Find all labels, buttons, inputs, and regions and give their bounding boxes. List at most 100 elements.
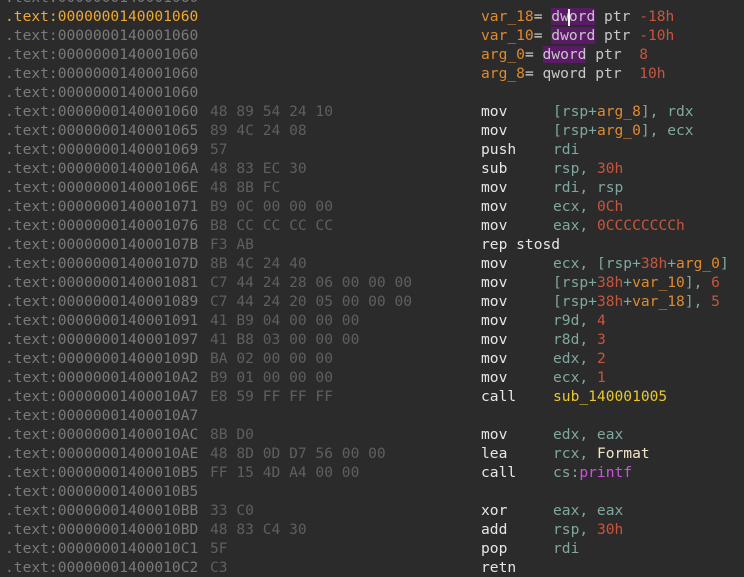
address[interactable]: .text:0000000140001097 <box>5 330 198 349</box>
data-type[interactable]: qword <box>543 65 587 82</box>
operand-token[interactable]: rdi <box>553 540 579 557</box>
code-line[interactable]: .text:00000001400010C1 5F pop rdi <box>0 539 744 558</box>
stack-variable-declaration[interactable]: var_18= dword ptr -18h <box>481 7 674 26</box>
operands[interactable]: rdi <box>553 140 579 159</box>
mnemonic[interactable]: pop <box>481 539 507 558</box>
mnemonic[interactable]: mov <box>481 197 507 216</box>
code-line[interactable]: .text:0000000140001071 B9 0C 00 00 00 mov e… <box>0 197 744 216</box>
code-line[interactable]: .text:0000000140001060 arg_0= dword ptr 8 <box>0 45 744 64</box>
variable-name[interactable]: arg_0 <box>481 46 525 63</box>
operand-token[interactable]: edx, <box>553 350 597 367</box>
operands[interactable]: [rsp+38h+var_18], 5 <box>553 292 720 311</box>
operands[interactable]: ecx, 1 <box>553 368 606 387</box>
address[interactable]: .text:00000001400010A7 <box>5 406 198 425</box>
code-line[interactable]: .text:0000000140001091 41 B9 04 00 00 00 m… <box>0 311 744 330</box>
address[interactable]: .text:000000014000107B <box>5 235 198 254</box>
operands[interactable]: [rsp+arg_0], ecx <box>553 121 694 140</box>
operand-token[interactable]: ecx, [rsp+ <box>553 255 641 272</box>
operands[interactable]: rdi, rsp <box>553 178 623 197</box>
mnemonic[interactable]: mov <box>481 121 507 140</box>
code-line[interactable]: .text:00000001400010C2 C3 retn <box>0 558 744 577</box>
address[interactable]: .text:000000014000106A <box>5 159 198 178</box>
operand-token[interactable]: eax, eax <box>553 502 623 519</box>
address[interactable]: .text:0000000140001065 <box>5 121 198 140</box>
code-line[interactable]: .text:00000001400010A2 B9 01 00 00 00 mov e… <box>0 368 744 387</box>
operand-token[interactable]: rdi <box>553 141 579 158</box>
stack-variable-declaration[interactable]: arg_0= dword ptr 8 <box>481 45 648 64</box>
operand-token[interactable]: r8d, <box>553 331 597 348</box>
address[interactable]: .text:0000000140001060 <box>5 0 198 7</box>
operand-token[interactable]: ecx, <box>553 369 597 386</box>
address[interactable]: .text:00000001400010C1 <box>5 539 198 558</box>
address[interactable]: .text:00000001400010AC <box>5 425 198 444</box>
variable-name[interactable]: var_18 <box>481 8 534 25</box>
operand-token[interactable]: var_18 <box>632 293 685 310</box>
mnemonic[interactable]: add <box>481 520 507 539</box>
address[interactable]: .text:0000000140001069 <box>5 140 198 159</box>
mnemonic[interactable]: mov <box>481 311 507 330</box>
code-line[interactable]: .text:000000014000109D BA 02 00 00 00 mov e… <box>0 349 744 368</box>
operands[interactable]: [rsp+arg_8], rdx <box>553 102 694 121</box>
operand-token[interactable]: rsp, <box>553 160 597 177</box>
operands[interactable]: cs:printf <box>553 463 632 482</box>
mnemonic[interactable]: xor <box>481 501 507 520</box>
operands[interactable]: eax, 0CCCCCCCCh <box>553 216 685 235</box>
mnemonic[interactable]: lea <box>481 444 507 463</box>
code-line[interactable]: .text:00000001400010BB 33 C0 xor eax, eax <box>0 501 744 520</box>
operand-token[interactable]: 1 <box>597 369 606 386</box>
code-line[interactable]: .text:00000001400010B5 <box>0 482 744 501</box>
operands[interactable]: rdi <box>553 539 579 558</box>
operand-token[interactable]: + <box>623 293 632 310</box>
operand-token[interactable]: sub_140001005 <box>553 388 667 405</box>
address[interactable]: .text:0000000140001060 <box>5 64 198 83</box>
mnemonic[interactable]: mov <box>481 330 507 349</box>
address[interactable]: .text:000000014000109D <box>5 349 198 368</box>
address[interactable]: .text:00000001400010BB <box>5 501 198 520</box>
operand-token[interactable]: ], <box>685 274 711 291</box>
stack-variable-declaration[interactable]: var_10= dword ptr -10h <box>481 26 674 45</box>
data-type[interactable]: dword <box>551 27 596 44</box>
code-line[interactable]: .text:0000000140001069 57 push rdi <box>0 140 744 159</box>
operands[interactable]: rcx, Format <box>553 444 650 463</box>
mnemonic[interactable]: rep stosd <box>481 235 560 254</box>
operands[interactable]: [rsp+38h+var_10], 6 <box>553 273 720 292</box>
address[interactable]: .text:0000000140001060 <box>5 83 198 102</box>
operand-token[interactable]: 3 <box>597 331 606 348</box>
operands[interactable]: edx, 2 <box>553 349 606 368</box>
mnemonic[interactable]: call <box>481 463 516 482</box>
address[interactable]: .text:0000000140001081 <box>5 273 198 292</box>
operand-token[interactable]: arg_8 <box>597 103 641 120</box>
address[interactable]: .text:0000000140001071 <box>5 197 198 216</box>
address[interactable]: .text:0000000140001060 <box>5 102 198 121</box>
operand-token[interactable]: rdi, rsp <box>553 179 623 196</box>
operand-token[interactable]: 2 <box>597 350 606 367</box>
address[interactable]: .text:00000001400010AE <box>5 444 198 463</box>
operand-token[interactable]: rcx, <box>553 445 597 462</box>
mnemonic[interactable]: mov <box>481 368 507 387</box>
operand-token[interactable]: r9d, <box>553 312 597 329</box>
code-line[interactable]: .text:0000000140001060 <box>0 83 744 102</box>
code-line[interactable]: .text:00000001400010A7 <box>0 406 744 425</box>
mnemonic[interactable]: mov <box>481 292 507 311</box>
mnemonic[interactable]: mov <box>481 425 507 444</box>
mnemonic[interactable]: retn <box>481 558 516 577</box>
disassembly-listing[interactable]: .text:0000000140001060.text:000000014000… <box>0 0 744 577</box>
address[interactable]: .text:0000000140001060 <box>5 45 198 64</box>
operand-token[interactable]: 5 <box>711 293 720 310</box>
operand-token[interactable]: printf <box>579 464 632 481</box>
stack-variable-declaration[interactable]: arg_8= qword ptr 10h <box>481 64 666 83</box>
operand-token[interactable]: ], <box>685 293 711 310</box>
address[interactable]: .text:000000014000107D <box>5 254 198 273</box>
code-line[interactable]: .text:0000000140001060 48 89 54 24 10 mov [… <box>0 102 744 121</box>
operands[interactable]: r9d, 4 <box>553 311 606 330</box>
address[interactable]: .text:00000001400010BD <box>5 520 198 539</box>
mnemonic[interactable]: mov <box>481 349 507 368</box>
operand-token[interactable]: 4 <box>597 312 606 329</box>
operands[interactable]: r8d, 3 <box>553 330 606 349</box>
operand-token[interactable]: [rsp+ <box>553 103 597 120</box>
operand-token[interactable]: eax, <box>553 217 597 234</box>
operands[interactable]: sub_140001005 <box>553 387 667 406</box>
code-line[interactable]: .text:000000014000107B F3 AB rep stosd <box>0 235 744 254</box>
operand-token[interactable]: 0Ch <box>597 198 623 215</box>
code-line[interactable]: .text:0000000140001060 var_10= dword ptr … <box>0 26 744 45</box>
